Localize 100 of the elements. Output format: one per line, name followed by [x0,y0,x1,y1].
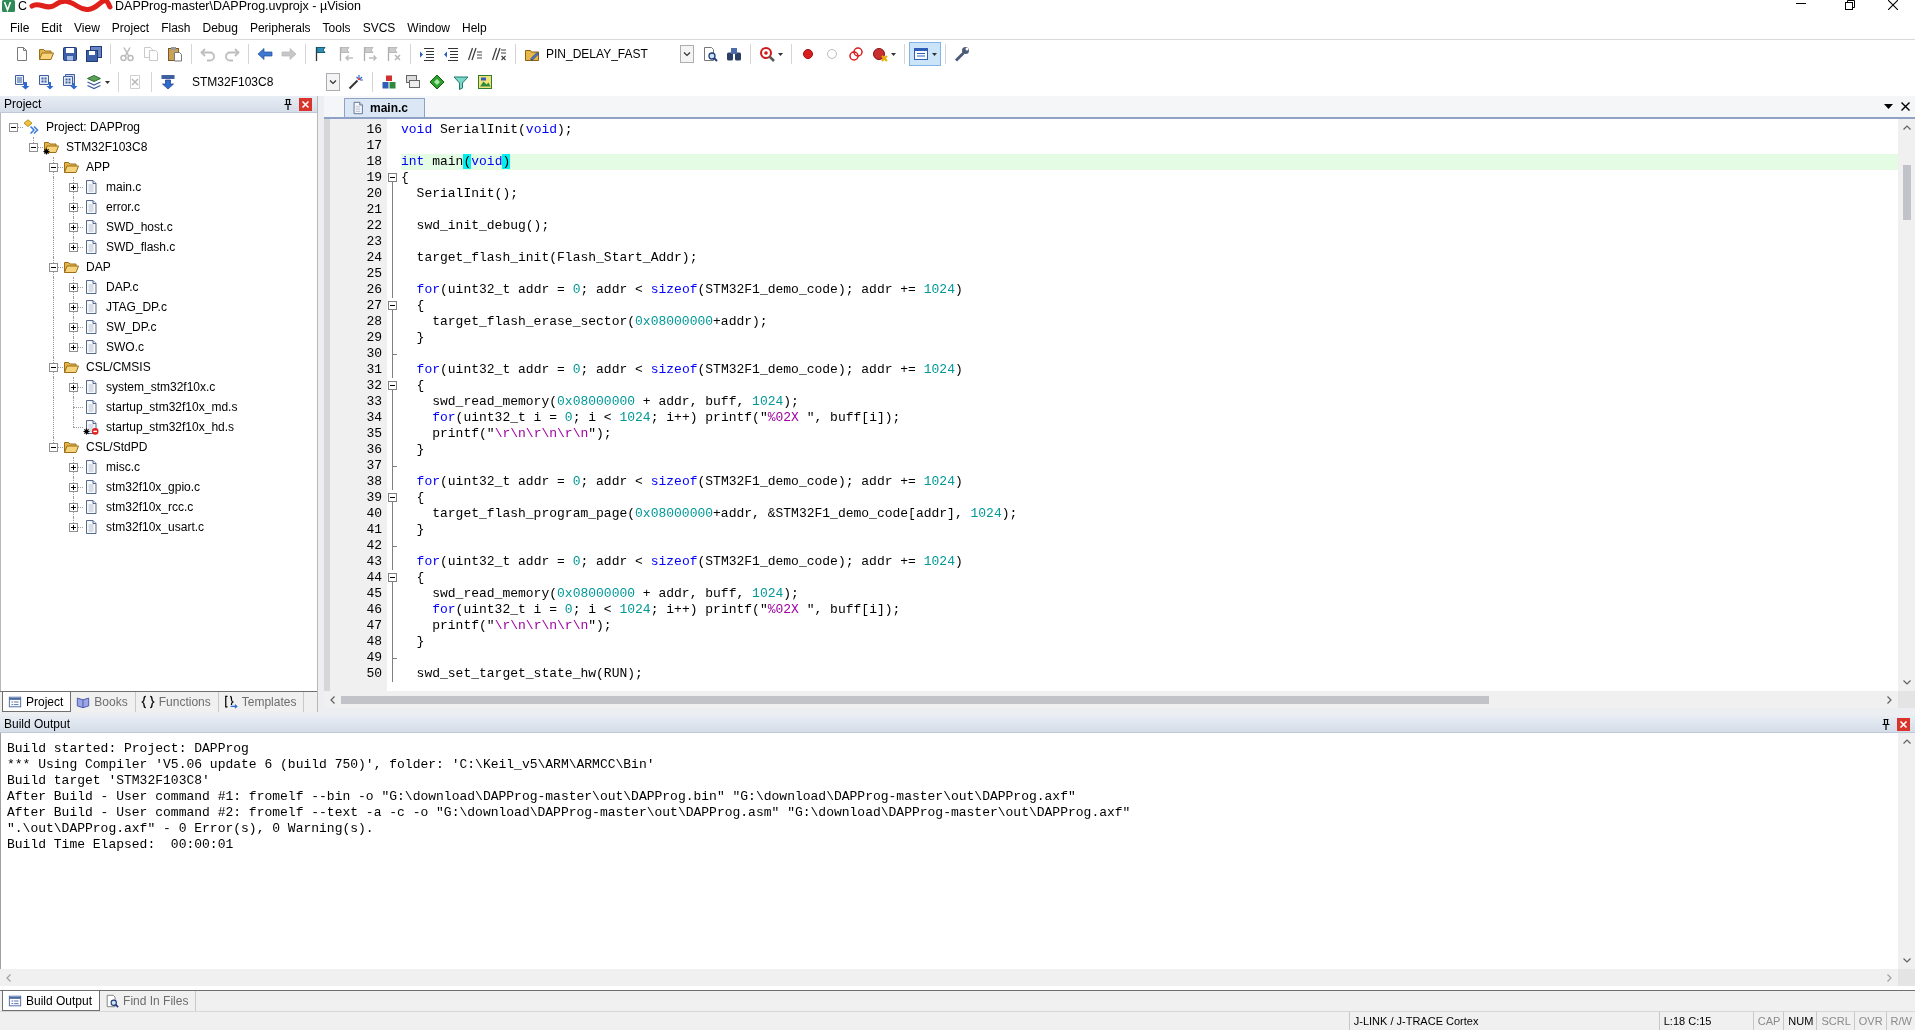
line-number: 48 [366,634,382,650]
scrollbar-thumb[interactable] [1902,165,1911,220]
output-tab[interactable]: Build Output [2,991,101,1011]
window-layout-button[interactable] [909,42,941,66]
tree-item[interactable]: DAP.c [106,279,139,295]
panel-tab[interactable]: Templates [218,692,305,712]
output-line: Build Time Elapsed: 00:00:01 [7,837,234,853]
line-number: 39 [366,490,382,506]
dropdown-icon[interactable] [1884,104,1893,109]
tree-item[interactable]: misc.c [106,459,140,475]
line-number: 44 [366,570,382,586]
menu-item[interactable]: File [4,20,36,36]
tree-item[interactable]: SWD_flash.c [106,239,176,255]
plus-box-icon[interactable] [69,383,78,392]
minus-box-icon[interactable] [49,363,58,372]
plus-box-icon[interactable] [69,243,78,252]
tree-item[interactable]: stm32f10x_gpio.c [106,479,201,495]
minus-box-icon[interactable] [49,443,58,452]
tree-item[interactable]: system_stm32f10x.c [106,379,216,395]
tree-item[interactable]: STM32F103C8 [66,139,148,155]
tree-item[interactable]: stm32f10x_usart.c [106,519,205,535]
tree-item[interactable]: main.c [106,179,142,195]
tree-item[interactable]: CSL/CMSIS [86,359,151,375]
plus-box-icon[interactable] [69,223,78,232]
plus-box-icon[interactable] [69,343,78,352]
line-number: 42 [366,538,382,554]
plus-box-icon[interactable] [69,323,78,332]
vertical-scrollbar[interactable] [1898,119,1915,691]
tree-item[interactable]: SW_DP.c [106,319,157,335]
tree-item[interactable]: Project: DAPProg [46,119,141,135]
minus-box-icon[interactable] [49,263,58,272]
menu-item[interactable]: Peripherals [243,20,317,36]
dot-cross-icon [872,46,888,62]
menu-item[interactable]: View [68,20,106,36]
code-line: target_flash_init(Flash_Start_Addr); [415,250,698,266]
horizontal-scrollbar[interactable] [324,691,1898,708]
plus-box-icon[interactable] [69,203,78,212]
menu-item[interactable]: Edit [35,20,69,36]
output-line: After Build - User command #1: fromelf --bin -o "G:\download\DAPProg-master\out\DAPProg.bin" "G:\download\DAPProg-master\out\DAPProg.axf" [7,789,1076,805]
fold-toggle-icon[interactable] [388,301,397,310]
menu-item[interactable]: Debug [196,20,244,36]
menu-item[interactable]: Help [456,20,493,36]
minus-box-icon[interactable] [9,123,18,132]
menu-item[interactable]: Project [105,20,156,36]
panel-tab[interactable]: Project [2,692,72,712]
tree-item[interactable]: JTAG_DP.c [106,299,167,315]
line-number: 32 [366,378,382,394]
diamond-icon [429,74,445,90]
close-icon[interactable] [1888,0,1898,10]
plus-box-icon[interactable] [69,523,78,532]
menu-item[interactable]: SVCS [356,20,402,36]
vertical-scrollbar[interactable] [1898,733,1915,969]
editor-tab[interactable]: main.c [344,98,425,117]
code-line: SerialInit(); [415,186,519,202]
plus-box-icon[interactable] [69,463,78,472]
line-number: 36 [366,442,382,458]
tree-item[interactable]: CSL/StdPD [86,439,148,455]
scrollbar-thumb[interactable] [341,695,1489,704]
code-line: for(uint32_t addr = 0; addr < sizeof(STM32F1_demo_code); addr += 1024) [415,474,963,490]
search-combo-box[interactable]: PIN_DELAY_FAST [544,44,696,64]
menu-item[interactable]: Window [401,20,456,36]
plus-box-icon[interactable] [69,283,78,292]
pin-icon[interactable] [1882,718,1890,730]
key-indicator: CAP [1757,1015,1781,1027]
pin-icon[interactable] [284,98,292,110]
fold-toggle-icon[interactable] [388,173,397,182]
close-icon[interactable] [1901,102,1910,111]
tree-item[interactable]: SWO.c [106,339,144,355]
plus-box-icon[interactable] [69,503,78,512]
panel-title: Project [4,97,42,111]
menu-item[interactable]: Tools [316,20,357,36]
tree-item[interactable]: error.c [106,199,140,215]
minus-box-icon[interactable] [49,163,58,172]
plus-box-icon[interactable] [69,183,78,192]
plus-box-icon[interactable] [69,303,78,312]
tree-item[interactable]: SWD_host.c [106,219,173,235]
key-indicator: OVR [1858,1015,1883,1027]
fold-toggle-icon[interactable] [388,493,397,502]
restore-icon[interactable] [1845,0,1855,10]
panel-tab[interactable]: Functions [135,692,219,712]
tree-item[interactable]: DAP [86,259,111,275]
file-icon [351,101,365,115]
tree-item[interactable]: APP [86,159,110,175]
tree-item[interactable]: startup_stm32f10x_hd.s [106,419,235,435]
line-number: 38 [366,474,382,490]
key-indicator: NUM [1788,1015,1814,1027]
undo-icon [200,46,216,62]
line-number: 16 [366,122,382,138]
tree-item[interactable]: stm32f10x_rcc.c [106,499,194,515]
plus-box-icon[interactable] [69,483,78,492]
tree-item[interactable]: startup_stm32f10x_md.s [106,399,238,415]
fold-toggle-icon[interactable] [388,573,397,582]
fold-toggle-icon[interactable] [388,381,397,390]
minus-box-icon[interactable] [29,143,38,152]
line-number: 47 [366,618,382,634]
page-icon [14,46,30,62]
panel-tab[interactable]: Books [71,692,136,712]
menu-item[interactable]: Flash [155,20,197,36]
scrollbar-corner [1898,969,1915,986]
stacked-windows-icon [405,74,421,90]
